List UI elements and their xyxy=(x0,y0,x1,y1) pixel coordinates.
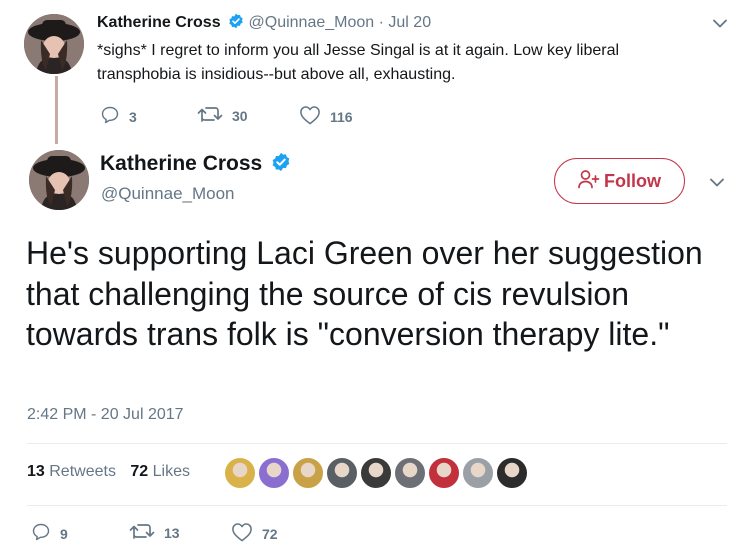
header-separator: · xyxy=(378,14,384,31)
retweet-icon xyxy=(129,522,164,543)
main-like-action[interactable]: 72 xyxy=(231,522,278,545)
main-author-name[interactable]: Katherine Cross xyxy=(100,152,262,175)
main-tweet-timestamp[interactable]: 2:42 PM - 20 Jul 2017 xyxy=(27,406,184,424)
verified-badge-icon xyxy=(228,13,244,34)
liker-avatar[interactable] xyxy=(428,457,460,489)
main-tweet-text: He's supporting Laci Green over her sugg… xyxy=(26,235,703,352)
parent-retweet-action[interactable]: 30 xyxy=(197,105,248,126)
tweet-stats: 13 Retweets 72 Likes xyxy=(27,463,190,481)
liker-avatar[interactable] xyxy=(360,457,392,489)
liker-avatar[interactable] xyxy=(496,457,528,489)
main-reply-action[interactable]: 9 xyxy=(31,522,68,545)
divider xyxy=(27,505,727,506)
liker-avatar[interactable] xyxy=(462,457,494,489)
retweet-icon xyxy=(197,105,232,126)
main-author-handle[interactable]: @Quinnae_Moon xyxy=(101,184,235,204)
liker-avatar[interactable] xyxy=(258,457,290,489)
verified-badge-icon xyxy=(271,152,291,178)
main-retweet-action[interactable]: 13 xyxy=(129,522,180,543)
liker-avatars xyxy=(224,457,530,489)
chevron-down-icon[interactable] xyxy=(710,178,724,187)
divider xyxy=(27,443,727,444)
main-author-avatar[interactable] xyxy=(29,150,89,210)
heart-icon xyxy=(231,522,262,545)
parent-author-name[interactable]: Katherine Cross xyxy=(97,14,221,31)
retweets-stat[interactable]: 13 Retweets xyxy=(27,463,116,480)
heart-icon xyxy=(299,105,330,128)
retweets-label: Retweets xyxy=(49,463,116,480)
parent-tweet-header: Katherine Cross @Quinnae_Moon · Jul 20 xyxy=(97,13,431,34)
main-like-count: 72 xyxy=(262,525,278,542)
main-author-name-row[interactable]: Katherine Cross xyxy=(100,152,291,178)
reply-icon xyxy=(100,105,129,128)
liker-avatar[interactable] xyxy=(394,457,426,489)
likes-stat[interactable]: 72 Likes xyxy=(130,463,190,480)
follow-button-label: Follow xyxy=(604,170,661,191)
thread-connector-line xyxy=(55,76,58,144)
follow-button[interactable]: Follow xyxy=(554,158,685,204)
parent-reply-action[interactable]: 3 xyxy=(100,105,137,128)
parent-like-action[interactable]: 116 xyxy=(299,105,353,128)
chevron-down-icon[interactable] xyxy=(713,19,727,28)
main-reply-count: 9 xyxy=(60,525,68,542)
likes-label: Likes xyxy=(152,463,191,480)
parent-like-count: 116 xyxy=(330,108,353,125)
liker-avatar[interactable] xyxy=(326,457,358,489)
main-retweet-count: 13 xyxy=(164,524,180,541)
parent-retweet-count: 30 xyxy=(232,107,248,124)
liker-avatar[interactable] xyxy=(224,457,256,489)
follow-person-icon xyxy=(578,169,604,194)
reply-icon xyxy=(31,522,60,545)
retweets-count: 13 xyxy=(27,463,45,480)
liker-avatar[interactable] xyxy=(292,457,324,489)
parent-reply-count: 3 xyxy=(129,108,137,125)
likes-count: 72 xyxy=(130,463,149,480)
parent-tweet-date[interactable]: Jul 20 xyxy=(388,14,431,31)
parent-tweet-text: *sighs* I regret to inform you all Jesse… xyxy=(97,42,620,83)
parent-author-avatar[interactable] xyxy=(24,14,84,74)
parent-author-handle[interactable]: @Quinnae_Moon xyxy=(249,14,375,31)
